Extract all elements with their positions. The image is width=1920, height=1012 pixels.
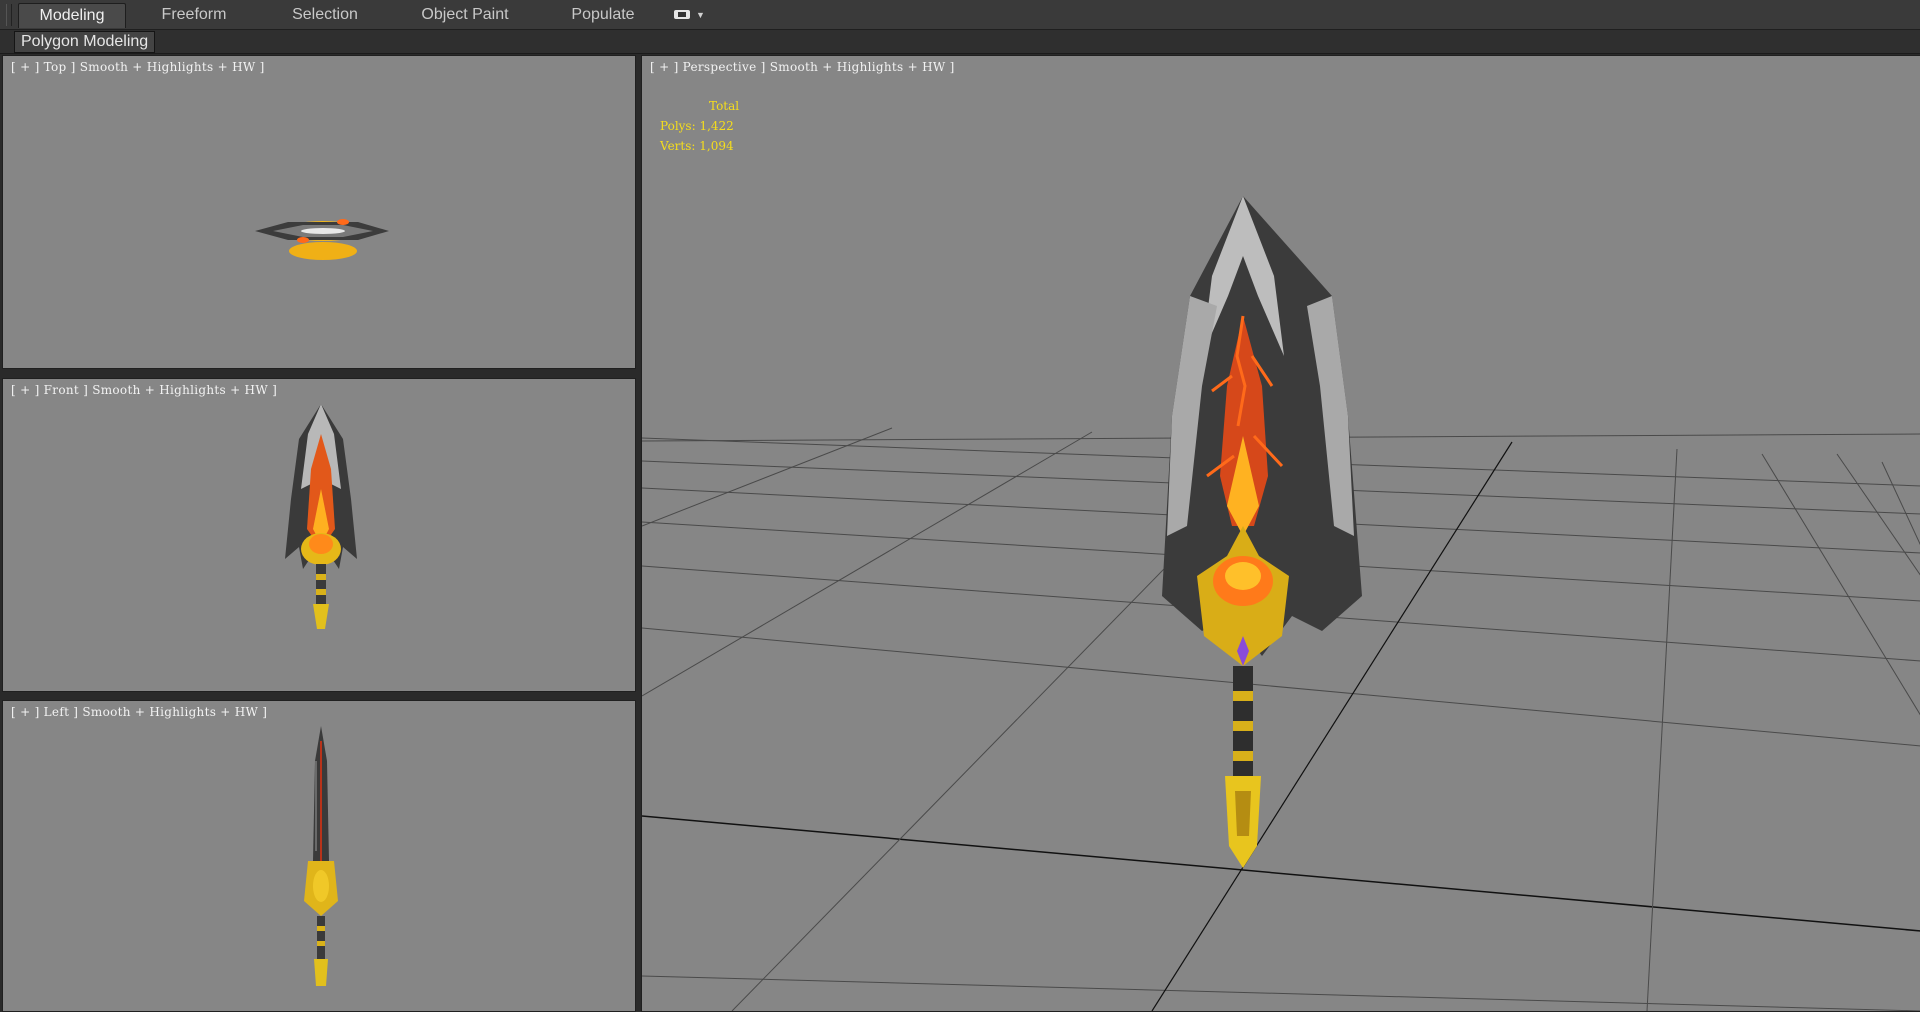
toolbar-grip[interactable]	[6, 4, 12, 26]
tab-freeform[interactable]: Freeform	[148, 3, 240, 27]
tab-object-paint[interactable]: Object Paint	[410, 3, 520, 27]
sword-left-view	[304, 726, 338, 986]
polygon-modeling-panel[interactable]: Polygon Modeling	[14, 31, 156, 53]
ribbon-options-dropdown[interactable]: ▼	[672, 8, 706, 22]
ribbon-tab-bar: Modeling Freeform Selection Object Paint…	[0, 0, 1920, 30]
sword-front-view	[285, 404, 357, 629]
tab-selection[interactable]: Selection	[280, 3, 370, 27]
tab-populate[interactable]: Populate	[560, 3, 646, 27]
sword-top-view	[255, 219, 389, 260]
viewport-left[interactable]: [ + ] Left ] Smooth + Highlights + HW ]	[2, 700, 636, 1012]
viewport-perspective[interactable]: [ + ] Perspective ] Smooth + Highlights …	[641, 55, 1920, 1012]
display-options-icon	[674, 10, 690, 19]
perspective-scene	[642, 196, 1920, 1011]
viewport-front[interactable]: [ + ] Front ] Smooth + Highlights + HW ]	[2, 378, 636, 692]
tab-modeling[interactable]: Modeling	[18, 3, 126, 28]
sword-perspective-model	[1162, 196, 1362, 868]
viewport-top[interactable]: [ + ] Top ] Smooth + Highlights + HW ]	[2, 55, 636, 369]
ribbon-panel-bar: Polygon Modeling	[0, 30, 1920, 54]
chevron-down-icon: ▼	[696, 10, 705, 20]
app-window: Modeling Freeform Selection Object Paint…	[0, 0, 1920, 1012]
